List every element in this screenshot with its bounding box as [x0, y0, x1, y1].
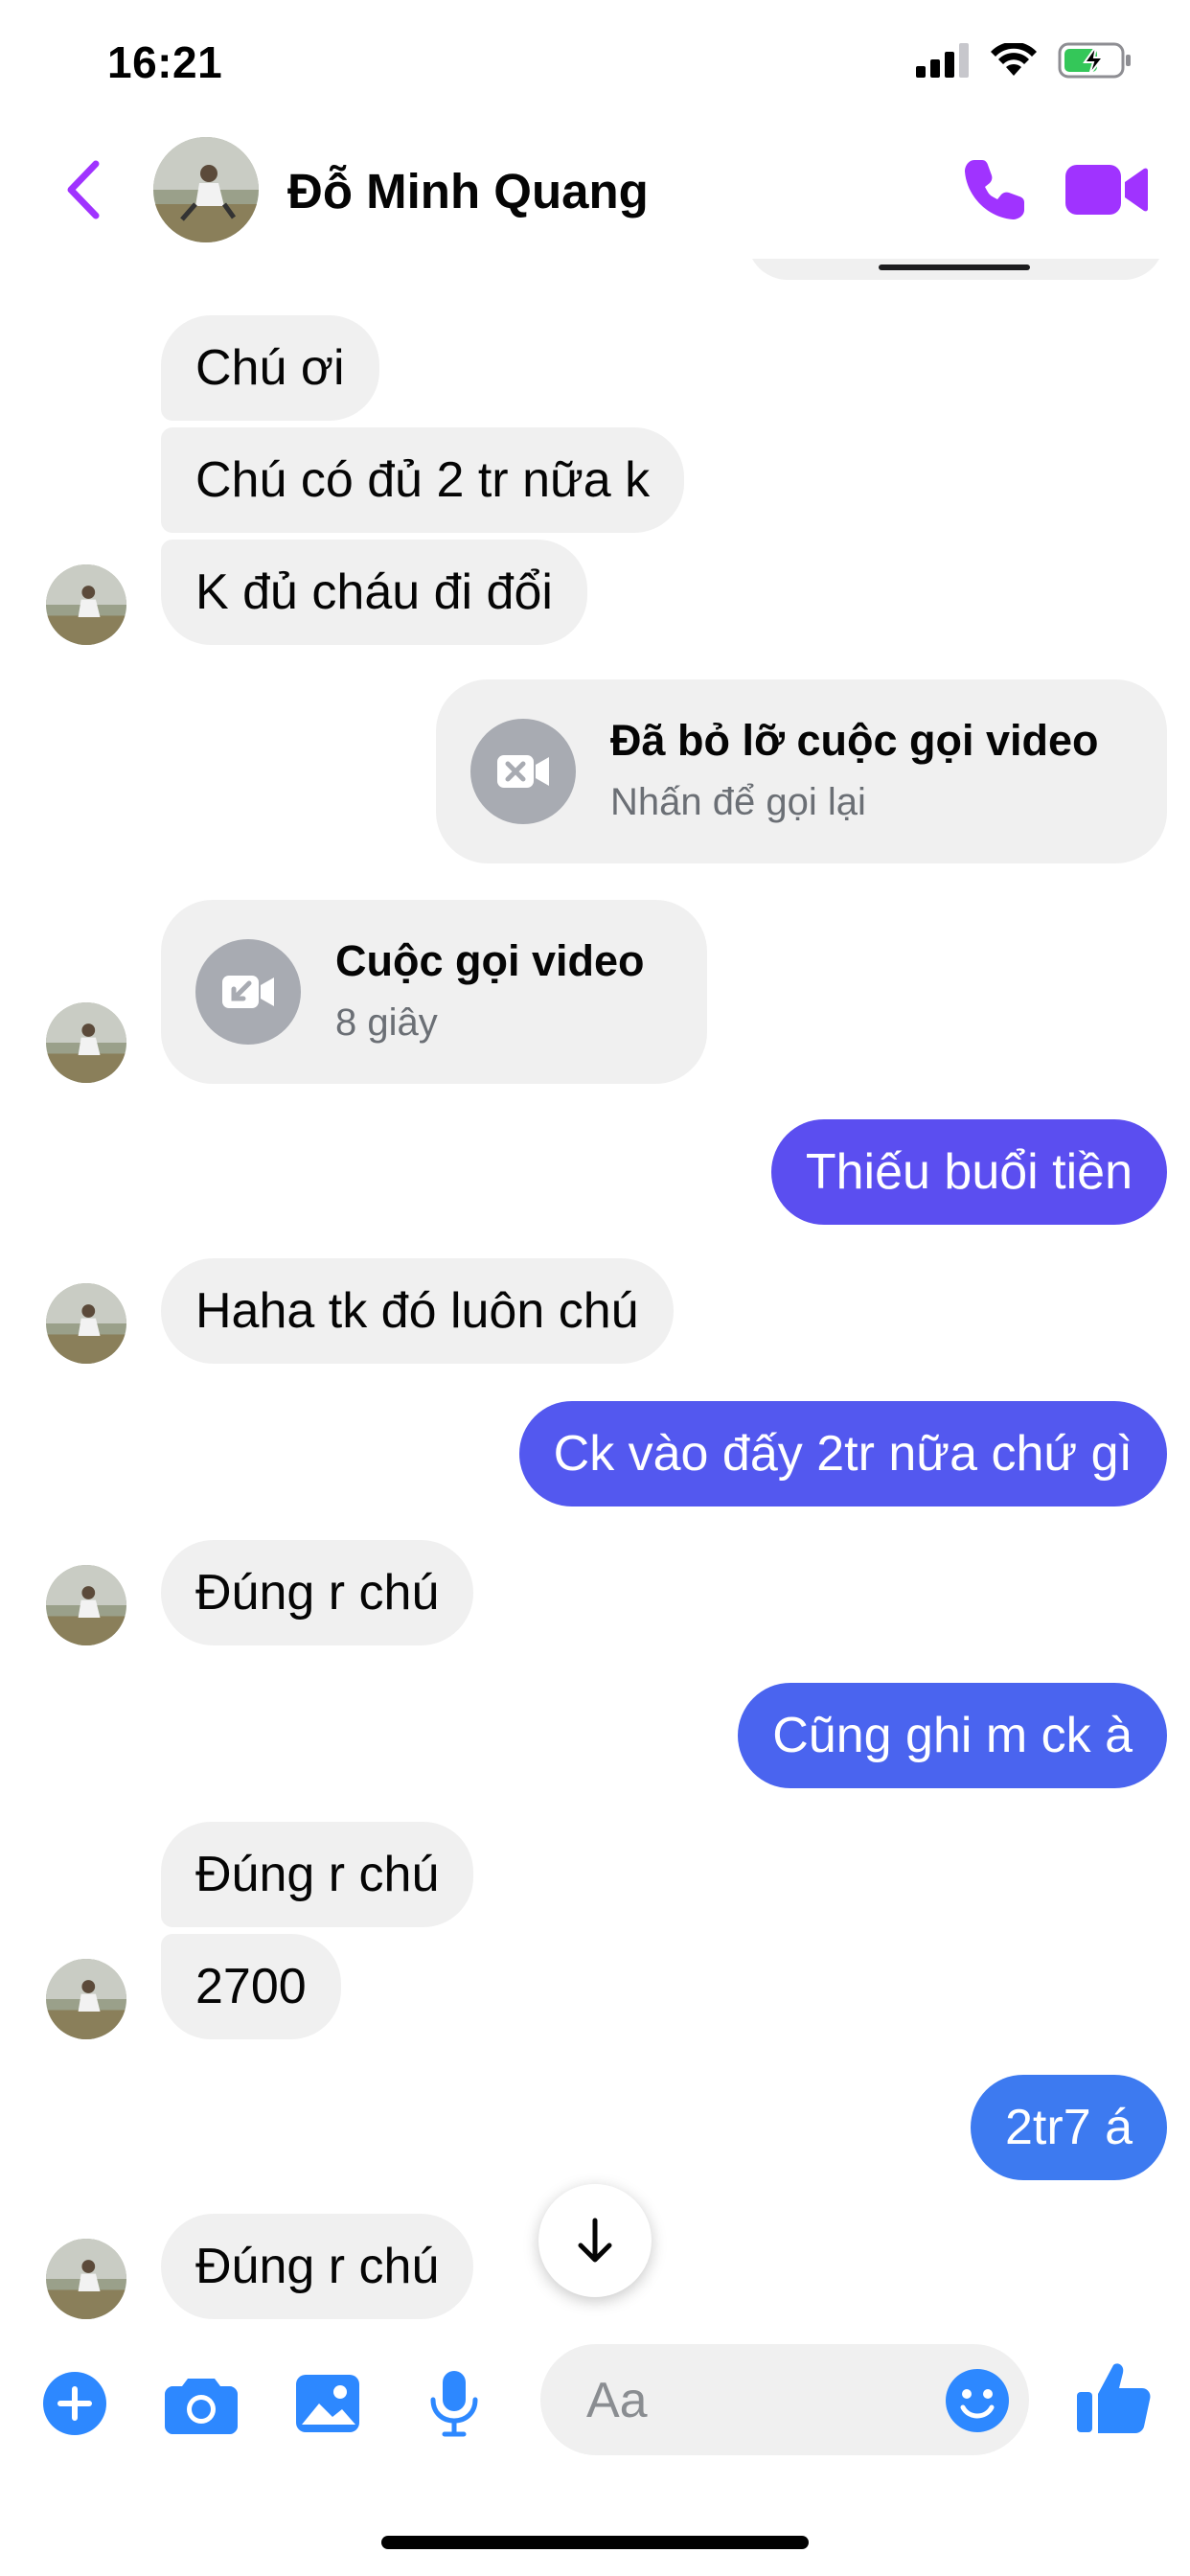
video-camera-icon	[1065, 165, 1148, 215]
sender-avatar[interactable]	[46, 1283, 126, 1364]
status-icons	[916, 42, 1133, 79]
message-input-placeholder: Aa	[586, 2373, 648, 2428]
microphone-icon	[430, 2371, 478, 2437]
grabber-line	[879, 264, 1030, 270]
incoming-message[interactable]: K đủ cháu đi đổi	[161, 540, 587, 645]
video-call-button[interactable]	[1065, 161, 1148, 218]
incoming-message[interactable]: Chú có đủ 2 tr nữa k	[161, 427, 685, 533]
chevron-left-icon	[67, 160, 100, 219]
thumbs-up-icon	[1077, 2363, 1151, 2433]
call-title: Đã bỏ lỡ cuộc gọi video	[610, 716, 1099, 765]
sender-avatar[interactable]	[46, 2239, 126, 2319]
outgoing-message[interactable]: Cũng ghi m ck à	[738, 1683, 1167, 1788]
voice-call-button[interactable]	[961, 156, 1028, 223]
avatar-photo-icon	[46, 1283, 126, 1364]
incoming-video-call-icon	[195, 939, 301, 1045]
sender-avatar[interactable]	[46, 564, 126, 645]
avatar-photo-icon	[153, 137, 259, 242]
sender-avatar[interactable]	[46, 1959, 126, 2039]
home-indicator	[381, 2536, 809, 2549]
contact-avatar[interactable]	[153, 137, 259, 242]
avatar-photo-icon	[46, 1959, 126, 2039]
avatar-photo-icon	[46, 1565, 126, 1645]
wifi-icon	[991, 43, 1037, 76]
incoming-message[interactable]: Đúng r chú	[161, 2214, 474, 2319]
back-button[interactable]	[59, 156, 107, 223]
scroll-to-bottom-button[interactable]	[538, 2184, 652, 2297]
cellular-signal-icon	[916, 43, 969, 78]
call-subtitle: Nhấn để gọi lại	[610, 781, 866, 823]
incoming-message[interactable]: Đúng r chú	[161, 1540, 474, 1645]
arrow-down-icon	[578, 2218, 612, 2263]
missed-video-call-card[interactable]: Đã bỏ lỡ cuộc gọi video Nhấn để gọi lại	[436, 679, 1167, 863]
sender-avatar[interactable]	[46, 1002, 126, 1083]
camera-icon	[165, 2379, 238, 2434]
call-subtitle: 8 giây	[335, 1001, 438, 1044]
incoming-message[interactable]: Chú ơi	[161, 315, 379, 421]
battery-charging-icon	[1058, 42, 1131, 79]
contact-name[interactable]: Đỗ Minh Quang	[287, 163, 649, 219]
avatar-photo-icon	[46, 564, 126, 645]
sender-avatar[interactable]	[46, 1565, 126, 1645]
emoji-button[interactable]	[944, 2367, 1011, 2434]
plus-circle-icon	[43, 2372, 106, 2435]
avatar-photo-icon	[46, 1002, 126, 1083]
voice-message-button[interactable]	[416, 2365, 492, 2442]
like-button[interactable]	[1075, 2359, 1152, 2436]
avatar-photo-icon	[46, 2239, 126, 2319]
outgoing-message[interactable]: 2tr7 á	[971, 2075, 1167, 2180]
gallery-button[interactable]	[289, 2365, 366, 2442]
incoming-message[interactable]: Haha tk đó luôn chú	[161, 1258, 674, 1364]
outgoing-message[interactable]: Thiếu buổi tiền	[770, 1119, 1167, 1225]
photo-gallery-icon	[296, 2375, 359, 2432]
missed-video-call-icon	[470, 719, 576, 824]
camera-button[interactable]	[163, 2365, 240, 2442]
incoming-message[interactable]: 2700	[161, 1934, 341, 2039]
video-call-card[interactable]: Cuộc gọi video 8 giây	[161, 900, 707, 1084]
smiley-icon	[946, 2369, 1009, 2432]
status-time: 16:21	[107, 37, 223, 87]
more-actions-button[interactable]	[36, 2365, 113, 2442]
incoming-message[interactable]: Đúng r chú	[161, 1822, 474, 1927]
call-title: Cuộc gọi video	[335, 936, 645, 985]
phone-icon	[965, 160, 1024, 219]
outgoing-message[interactable]: Ck vào đấy 2tr nữa chứ gì	[518, 1401, 1167, 1506]
